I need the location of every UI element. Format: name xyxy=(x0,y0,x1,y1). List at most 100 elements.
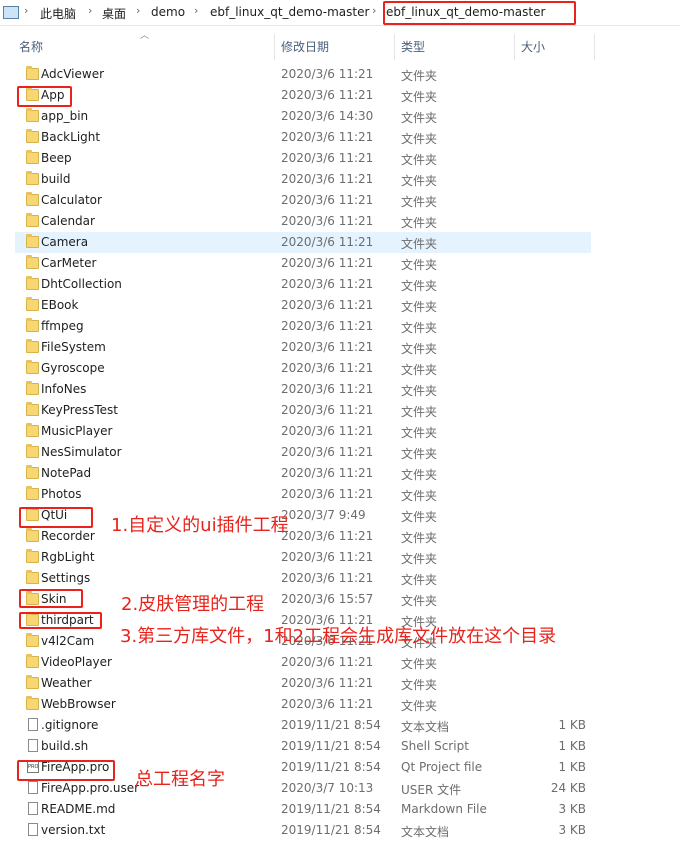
column-date[interactable]: 修改日期 xyxy=(281,38,329,55)
file-row[interactable]: KeyPressTest 2020/3/6 11:21 文件夹 xyxy=(15,400,591,421)
this-pc-icon xyxy=(3,6,19,19)
file-type: 文件夹 xyxy=(401,552,438,566)
column-name[interactable]: 名称 xyxy=(19,38,43,55)
file-row[interactable]: PRO FireApp.pro 2019/11/21 8:54 Qt Project … xyxy=(15,757,591,778)
file-name: FileSystem xyxy=(41,340,106,354)
file-date: 2019/11/21 8:54 xyxy=(281,802,381,816)
folder-icon xyxy=(26,633,39,647)
column-separator[interactable] xyxy=(594,34,595,60)
file-date: 2020/3/6 11:21 xyxy=(281,277,374,291)
file-row[interactable]: README.md 2019/11/21 8:54 Markdown File 3 K… xyxy=(15,799,591,820)
file-row[interactable]: build 2020/3/6 11:21 文件夹 xyxy=(15,169,591,190)
file-size: 3 KB xyxy=(558,823,586,837)
file-name: Beep xyxy=(41,151,72,165)
folder-icon xyxy=(26,276,39,290)
folder-icon xyxy=(26,171,39,185)
file-row[interactable]: DhtCollection 2020/3/6 11:21 文件夹 xyxy=(15,274,591,295)
breadcrumb-desktop[interactable]: 桌面 xyxy=(102,5,126,22)
file-size: 1 KB xyxy=(558,760,586,774)
file-name: BackLight xyxy=(41,130,101,144)
folder-icon xyxy=(26,108,39,122)
chevron-right-icon[interactable]: › xyxy=(24,4,28,17)
file-row[interactable]: EBook 2020/3/6 11:21 文件夹 xyxy=(15,295,591,316)
file-row[interactable]: version.txt 2019/11/21 8:54 文本文档 3 KB xyxy=(15,820,591,841)
column-separator[interactable] xyxy=(514,34,515,60)
file-row[interactable]: Calendar 2020/3/6 11:21 文件夹 xyxy=(15,211,591,232)
file-row[interactable]: Settings 2020/3/6 11:21 文件夹 xyxy=(15,568,591,589)
file-row[interactable]: ffmpeg 2020/3/6 11:21 文件夹 xyxy=(15,316,591,337)
file-date: 2019/11/21 8:54 xyxy=(281,718,381,732)
file-row[interactable]: QtUi 2020/3/7 9:49 文件夹 xyxy=(15,505,591,526)
file-row[interactable]: Photos 2020/3/6 11:21 文件夹 xyxy=(15,484,591,505)
file-type: 文件夹 xyxy=(401,174,438,188)
file-date: 2020/3/6 11:21 xyxy=(281,172,374,186)
file-row[interactable]: AdcViewer 2020/3/6 11:21 文件夹 xyxy=(15,64,591,85)
folder-icon xyxy=(26,444,39,458)
file-name: WebBrowser xyxy=(41,697,116,711)
file-date: 2020/3/6 11:21 xyxy=(281,382,374,396)
breadcrumb-this-pc[interactable]: 此电脑 xyxy=(40,5,76,22)
chevron-right-icon[interactable]: › xyxy=(372,4,376,17)
file-row[interactable]: App 2020/3/6 11:21 文件夹 xyxy=(15,85,591,106)
folder-icon xyxy=(26,654,39,668)
column-type[interactable]: 类型 xyxy=(401,38,425,55)
breadcrumb-ebf-linux-qt-demo-master[interactable]: ebf_linux_qt_demo-master xyxy=(210,5,369,19)
folder-icon xyxy=(26,150,39,164)
file-row[interactable]: NesSimulator 2020/3/6 11:21 文件夹 xyxy=(15,442,591,463)
file-row[interactable]: InfoNes 2020/3/6 11:21 文件夹 xyxy=(15,379,591,400)
folder-icon xyxy=(26,549,39,563)
file-row[interactable]: VideoPlayer 2020/3/6 11:21 文件夹 xyxy=(15,652,591,673)
sort-ascending-icon: ︿ xyxy=(140,31,150,41)
chevron-right-icon[interactable]: › xyxy=(136,4,140,17)
file-type: 文本文档 xyxy=(401,720,450,734)
file-name: RgbLight xyxy=(41,550,95,564)
column-separator[interactable] xyxy=(274,34,275,60)
file-row[interactable]: Calculator 2020/3/6 11:21 文件夹 xyxy=(15,190,591,211)
file-name: EBook xyxy=(41,298,79,312)
folder-icon xyxy=(26,507,39,521)
file-row[interactable]: WebBrowser 2020/3/6 11:21 文件夹 xyxy=(15,694,591,715)
file-row[interactable]: build.sh 2019/11/21 8:54 Shell Script 1 KB xyxy=(15,736,591,757)
folder-icon xyxy=(26,675,39,689)
file-row[interactable]: Recorder 2020/3/6 11:21 文件夹 xyxy=(15,526,591,547)
file-size: 1 KB xyxy=(558,718,586,732)
folder-icon xyxy=(26,87,39,101)
file-type: 文件夹 xyxy=(401,69,438,83)
file-row[interactable]: BackLight 2020/3/6 11:21 文件夹 xyxy=(15,127,591,148)
file-row[interactable]: FireApp.pro.user 2020/3/7 10:13 USER 文件 24 … xyxy=(15,778,591,799)
file-type: 文件夹 xyxy=(401,573,438,587)
chevron-right-icon[interactable]: › xyxy=(194,4,198,17)
file-row[interactable]: Skin 2020/3/6 15:57 文件夹 xyxy=(15,589,591,610)
file-row[interactable]: Gyroscope 2020/3/6 11:21 文件夹 xyxy=(15,358,591,379)
file-name: App xyxy=(41,88,65,102)
folder-icon xyxy=(26,612,39,626)
chevron-right-icon[interactable]: › xyxy=(88,4,92,17)
file-row[interactable]: MusicPlayer 2020/3/6 11:21 文件夹 xyxy=(15,421,591,442)
file-date: 2020/3/6 11:21 xyxy=(281,676,374,690)
file-row[interactable]: NotePad 2020/3/6 11:21 文件夹 xyxy=(15,463,591,484)
file-row[interactable]: app_bin 2020/3/6 14:30 文件夹 xyxy=(15,106,591,127)
file-type: 文件夹 xyxy=(401,321,438,335)
file-row[interactable]: Weather 2020/3/6 11:21 文件夹 xyxy=(15,673,591,694)
file-date: 2020/3/6 11:21 xyxy=(281,340,374,354)
file-row[interactable]: Beep 2020/3/6 11:21 文件夹 xyxy=(15,148,591,169)
file-row[interactable]: FileSystem 2020/3/6 11:21 文件夹 xyxy=(15,337,591,358)
file-size: 24 KB xyxy=(550,781,586,795)
file-row[interactable]: RgbLight 2020/3/6 11:21 文件夹 xyxy=(15,547,591,568)
file-date: 2020/3/6 11:21 xyxy=(281,571,374,585)
file-date: 2020/3/6 11:21 xyxy=(281,361,374,375)
file-row[interactable]: Camera 2020/3/6 11:21 文件夹 xyxy=(15,232,591,253)
column-separator[interactable] xyxy=(394,34,395,60)
file-type: Markdown File xyxy=(401,802,487,816)
column-size[interactable]: 大小 xyxy=(521,38,545,55)
column-header: 名称 修改日期 类型 大小 xyxy=(0,30,680,60)
file-row[interactable]: .gitignore 2019/11/21 8:54 文本文档 1 KB xyxy=(15,715,591,736)
file-type: 文件夹 xyxy=(401,363,438,377)
breadcrumb-current-folder[interactable]: ebf_linux_qt_demo-master xyxy=(386,5,545,19)
file-type: 文件夹 xyxy=(401,510,438,524)
file-date: 2020/3/6 11:21 xyxy=(281,655,374,669)
file-name: build.sh xyxy=(41,739,89,753)
address-bar[interactable]: › 此电脑 › 桌面 › demo › ebf_linux_qt_demo-ma… xyxy=(0,0,680,26)
file-row[interactable]: CarMeter 2020/3/6 11:21 文件夹 xyxy=(15,253,591,274)
breadcrumb-demo[interactable]: demo xyxy=(151,5,185,19)
